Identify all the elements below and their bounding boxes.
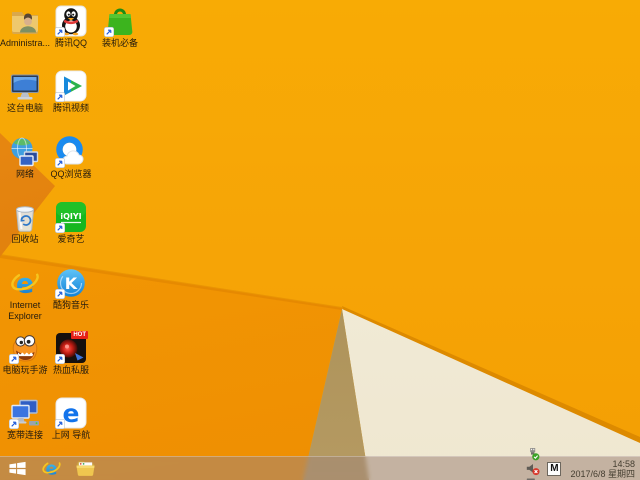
- qq-browser-icon: [55, 136, 87, 168]
- shortcut-arrow-icon: [55, 354, 65, 364]
- iqiyi-icon: iQIYI: [55, 201, 87, 233]
- shortcut-arrow-icon: [55, 223, 65, 233]
- green-bag-icon: [104, 5, 136, 37]
- volume-muted-icon[interactable]: [526, 461, 541, 476]
- recycle-bin-icon: [9, 201, 41, 233]
- tencent-video-icon: [55, 70, 87, 102]
- shortcut-arrow-icon: [104, 27, 114, 37]
- hot-game-icon: HOT: [55, 331, 88, 364]
- desktop-screen: Administra... 腾讯QQ 装机必备 这台电脑 腾讯视频 网络 QQ浏…: [0, 0, 640, 480]
- tray-icons: [524, 446, 542, 480]
- network-icon: [9, 136, 41, 168]
- broadband-icon: [9, 397, 41, 429]
- taskbar-tray: M 14:58 2017/6/8 星期四: [524, 447, 640, 480]
- taskbar: e M 14:58 2017/6/8 星期四: [0, 447, 640, 480]
- desktop-icon-qq-penguin[interactable]: 腾讯QQ: [43, 5, 99, 49]
- user-folder-icon: [9, 5, 41, 37]
- monster-icon: [9, 332, 41, 364]
- taskbar-file-explorer-button[interactable]: [68, 457, 102, 480]
- kugou-icon: K: [55, 267, 87, 299]
- icon-label: 上网 导航: [51, 430, 91, 440]
- taskbar-left: e: [0, 457, 102, 480]
- desktop-icon-tencent-video[interactable]: 腾讯视频: [43, 70, 99, 114]
- qq-penguin-icon: [55, 5, 87, 37]
- icon-label: 装机必备: [101, 38, 138, 48]
- shortcut-arrow-icon: [9, 419, 19, 429]
- taskbar-clock[interactable]: 14:58 2017/6/8 星期四: [570, 459, 635, 479]
- desktop-icon-qq-browser[interactable]: QQ浏览器: [43, 136, 99, 180]
- shortcut-arrow-icon: [55, 158, 65, 168]
- clock-date: 2017/6/8 星期四: [570, 468, 635, 479]
- icon-label: 爱奇艺: [57, 234, 85, 244]
- shortcut-arrow-icon: [55, 27, 65, 37]
- this-pc-icon: [9, 70, 41, 102]
- shortcut-arrow-icon: [9, 354, 19, 364]
- icon-label: QQ浏览器: [50, 169, 92, 179]
- clock-time: 14:58: [612, 458, 635, 469]
- usb-safely-remove-icon[interactable]: [526, 446, 541, 461]
- svg-text:e: e: [16, 269, 34, 300]
- hot-badge: HOT: [71, 331, 88, 339]
- shortcut-arrow-icon: [55, 289, 65, 299]
- shortcut-arrow-icon: [55, 92, 65, 102]
- svg-text:K: K: [65, 274, 78, 293]
- shortcut-arrow-icon: [55, 419, 65, 429]
- ie-icon: e: [9, 267, 41, 299]
- network-limited-icon[interactable]: [526, 476, 541, 480]
- nav-e-icon: e: [55, 397, 87, 429]
- svg-text:iQIYI: iQIYI: [60, 212, 81, 221]
- icon-label: 热血私服: [52, 365, 89, 375]
- icon-label: 酷狗音乐: [52, 300, 89, 310]
- start-button[interactable]: [0, 457, 34, 480]
- desktop-icon-green-bag[interactable]: 装机必备: [92, 5, 148, 49]
- ime-indicator[interactable]: M: [547, 461, 562, 476]
- desktop-icon-nav-e[interactable]: e 上网 导航: [43, 397, 99, 441]
- svg-text:e: e: [63, 399, 80, 428]
- taskbar-internet-explorer-button[interactable]: e: [34, 457, 68, 480]
- icon-label: 腾讯视频: [52, 103, 89, 113]
- icon-label: 腾讯QQ: [54, 38, 87, 48]
- desktop-icon-hot-game[interactable]: HOT 热血私服: [43, 331, 99, 376]
- desktop-icon-kugou[interactable]: K 酷狗音乐: [43, 267, 99, 311]
- desktop-icon-iqiyi[interactable]: iQIYI 爱奇艺: [43, 201, 99, 245]
